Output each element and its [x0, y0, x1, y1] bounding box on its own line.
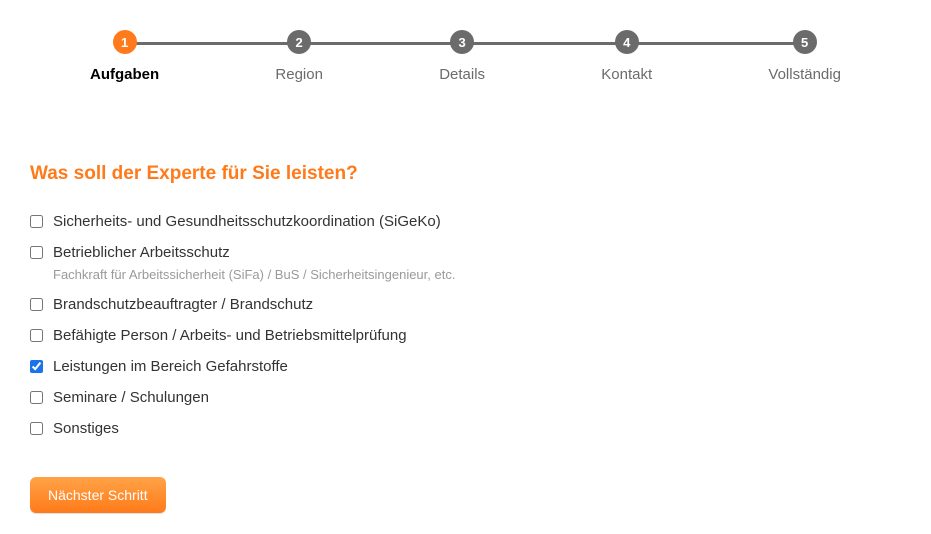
checkbox-befaehigte-person[interactable]: [30, 329, 43, 342]
step-circle-1: 1: [113, 30, 137, 54]
option-gefahrstoffe: Leistungen im Bereich Gefahrstoffe: [30, 358, 901, 375]
option-label: Befähigte Person / Arbeits- und Betriebs…: [53, 327, 407, 344]
step-region[interactable]: 2 Region: [275, 30, 323, 83]
step-label-1: Aufgaben: [90, 66, 159, 83]
checkbox-seminare[interactable]: [30, 391, 43, 404]
checkbox-sigeko[interactable]: [30, 215, 43, 228]
next-button[interactable]: Nächster Schritt: [30, 477, 166, 513]
step-circle-5: 5: [793, 30, 817, 54]
step-label-3: Details: [439, 66, 485, 83]
step-label-5: Vollständig: [768, 66, 841, 83]
option-seminare: Seminare / Schulungen: [30, 389, 901, 406]
option-label: Brandschutzbeauftragter / Brandschutz: [53, 296, 313, 313]
step-circle-4: 4: [615, 30, 639, 54]
option-sigeko: Sicherheits- und Gesundheitsschutzkoordi…: [30, 213, 901, 230]
checkbox-gefahrstoffe[interactable]: [30, 360, 43, 373]
option-befaehigte-person: Befähigte Person / Arbeits- und Betriebs…: [30, 327, 901, 344]
checkbox-arbeitsschutz[interactable]: [30, 246, 43, 259]
step-label-2: Region: [275, 66, 323, 83]
option-label: Betrieblicher Arbeitsschutz: [53, 244, 230, 261]
step-kontakt[interactable]: 4 Kontakt: [601, 30, 652, 83]
option-brandschutz: Brandschutzbeauftragter / Brandschutz: [30, 296, 901, 313]
checkbox-sonstiges[interactable]: [30, 422, 43, 435]
stepper: 1 Aufgaben 2 Region 3 Details 4 Kontakt …: [30, 20, 901, 83]
option-label: Sonstiges: [53, 420, 119, 437]
step-circle-3: 3: [450, 30, 474, 54]
step-vollstaendig[interactable]: 5 Vollständig: [768, 30, 841, 83]
options-list: Sicherheits- und Gesundheitsschutzkoordi…: [30, 213, 901, 437]
option-label: Seminare / Schulungen: [53, 389, 209, 406]
option-sonstiges: Sonstiges: [30, 420, 901, 437]
step-aufgaben[interactable]: 1 Aufgaben: [90, 30, 159, 83]
option-sublabel-arbeitsschutz: Fachkraft für Arbeitssicherheit (SiFa) /…: [53, 267, 901, 282]
option-label: Sicherheits- und Gesundheitsschutzkoordi…: [53, 213, 441, 230]
checkbox-brandschutz[interactable]: [30, 298, 43, 311]
step-circle-2: 2: [287, 30, 311, 54]
step-label-4: Kontakt: [601, 66, 652, 83]
option-label: Leistungen im Bereich Gefahrstoffe: [53, 358, 288, 375]
option-arbeitsschutz: Betrieblicher Arbeitsschutz: [30, 244, 901, 261]
form-title: Was soll der Experte für Sie leisten?: [30, 163, 901, 185]
step-details[interactable]: 3 Details: [439, 30, 485, 83]
